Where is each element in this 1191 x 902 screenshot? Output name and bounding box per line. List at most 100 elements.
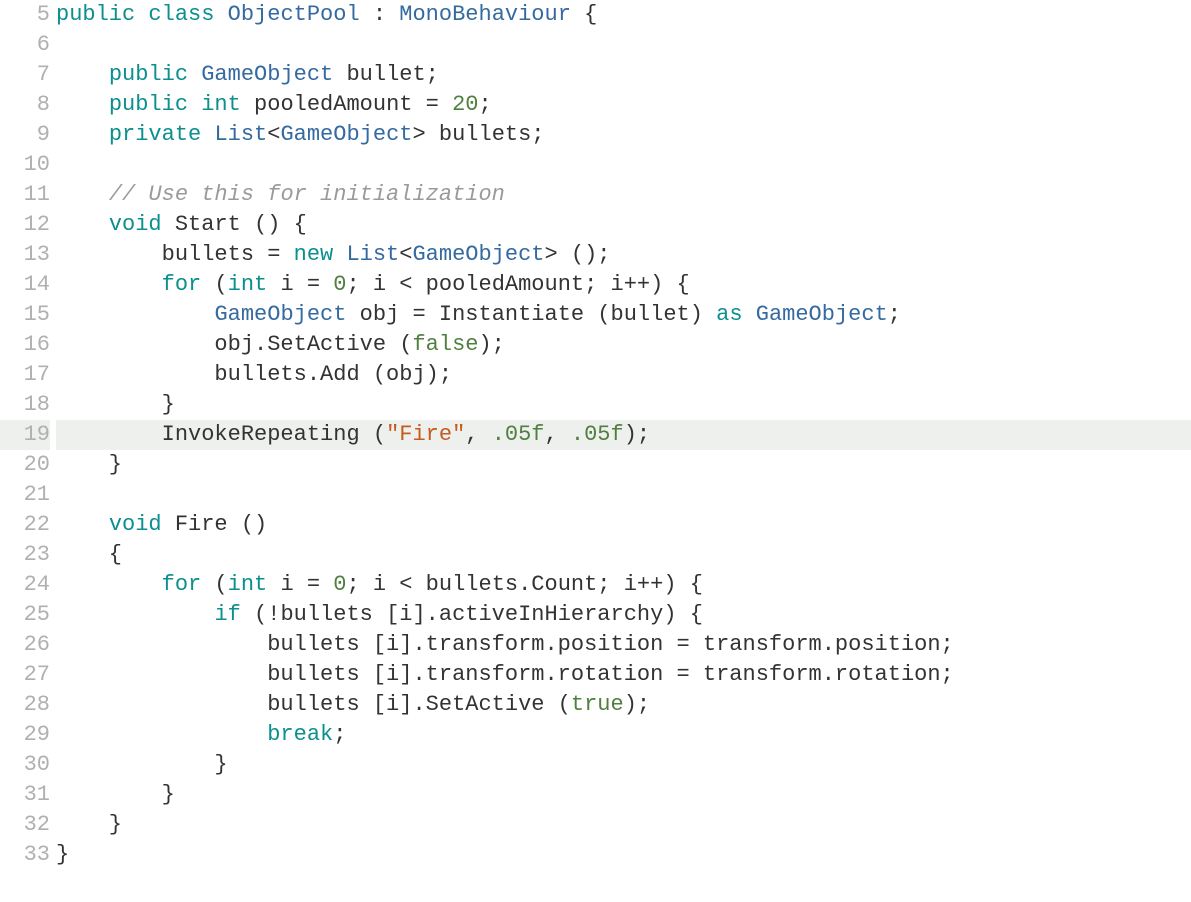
token-plain: }	[56, 752, 228, 777]
token-plain: i =	[267, 272, 333, 297]
token-plain: ,	[545, 422, 571, 447]
line-number: 14	[0, 270, 50, 300]
code-line[interactable]: void Fire ()	[56, 510, 1191, 540]
token-plain	[135, 2, 148, 27]
code-line[interactable]: }	[56, 780, 1191, 810]
code-line[interactable]: void Start () {	[56, 210, 1191, 240]
token-plain: bullets [i].transform.position = transfo…	[56, 632, 954, 657]
code-line[interactable]	[56, 480, 1191, 510]
token-plain	[56, 92, 109, 117]
line-number: 22	[0, 510, 50, 540]
code-line[interactable]: bullets [i].transform.rotation = transfo…	[56, 660, 1191, 690]
token-plain	[214, 2, 227, 27]
code-line[interactable]: obj.SetActive (false);	[56, 330, 1191, 360]
line-number: 5	[0, 0, 50, 30]
token-plain: }	[56, 782, 175, 807]
token-num: 20	[452, 92, 478, 117]
token-plain	[56, 212, 109, 237]
code-line[interactable]: {	[56, 540, 1191, 570]
code-line[interactable]: // Use this for initialization	[56, 180, 1191, 210]
line-number: 21	[0, 480, 50, 510]
token-plain	[56, 512, 109, 537]
token-plain	[56, 572, 162, 597]
token-plain: <	[399, 242, 412, 267]
code-line[interactable]: }	[56, 450, 1191, 480]
token-plain: {	[56, 542, 122, 567]
token-plain	[56, 182, 109, 207]
line-number: 19	[0, 420, 50, 450]
token-plain: ,	[465, 422, 491, 447]
token-plain: > bullets;	[412, 122, 544, 147]
token-kw: int	[228, 572, 268, 597]
code-line[interactable]: bullets.Add (obj);	[56, 360, 1191, 390]
token-kw: for	[162, 272, 202, 297]
token-kw: new	[294, 242, 334, 267]
code-line[interactable]: break;	[56, 720, 1191, 750]
code-line[interactable]: for (int i = 0; i < bullets.Count; i++) …	[56, 570, 1191, 600]
token-plain	[201, 122, 214, 147]
token-cmt: // Use this for initialization	[109, 182, 505, 207]
code-line[interactable]: bullets = new List<GameObject> ();	[56, 240, 1191, 270]
token-kw: int	[228, 272, 268, 297]
token-plain	[56, 122, 109, 147]
code-line[interactable]: for (int i = 0; i < pooledAmount; i++) {	[56, 270, 1191, 300]
token-num: .05f	[492, 422, 545, 447]
token-bool: true	[571, 692, 624, 717]
line-number: 6	[0, 30, 50, 60]
code-line[interactable]: InvokeRepeating ("Fire", .05f, .05f);	[56, 420, 1191, 450]
code-editor[interactable]: 5678910111213141516171819202122232425262…	[0, 0, 1191, 870]
code-line[interactable]: public GameObject bullet;	[56, 60, 1191, 90]
token-plain: bullets =	[56, 242, 294, 267]
token-kw: public	[56, 2, 135, 27]
code-line[interactable]: }	[56, 840, 1191, 870]
code-line[interactable]: public int pooledAmount = 20;	[56, 90, 1191, 120]
token-kw: int	[201, 92, 241, 117]
code-line[interactable]: GameObject obj = Instantiate (bullet) as…	[56, 300, 1191, 330]
token-type: GameObject	[412, 242, 544, 267]
line-number: 10	[0, 150, 50, 180]
line-number: 31	[0, 780, 50, 810]
code-line[interactable]: bullets [i].transform.position = transfo…	[56, 630, 1191, 660]
line-number: 24	[0, 570, 50, 600]
token-kw: private	[109, 122, 201, 147]
token-plain: ; i < bullets.Count; i++) {	[346, 572, 702, 597]
token-num: .05f	[571, 422, 624, 447]
token-plain: :	[360, 2, 400, 27]
code-line[interactable]: }	[56, 810, 1191, 840]
token-plain	[56, 272, 162, 297]
token-kw: if	[214, 602, 240, 627]
token-kw: void	[109, 212, 162, 237]
code-line[interactable]: public class ObjectPool : MonoBehaviour …	[56, 0, 1191, 30]
code-line[interactable]: }	[56, 750, 1191, 780]
token-plain	[188, 92, 201, 117]
code-area[interactable]: public class ObjectPool : MonoBehaviour …	[56, 0, 1191, 870]
token-plain: ; i < pooledAmount; i++) {	[346, 272, 689, 297]
code-line[interactable]: bullets [i].SetActive (true);	[56, 690, 1191, 720]
token-plain: ;	[478, 92, 491, 117]
code-line[interactable]: private List<GameObject> bullets;	[56, 120, 1191, 150]
code-line[interactable]	[56, 30, 1191, 60]
token-str: "Fire"	[386, 422, 465, 447]
line-number: 29	[0, 720, 50, 750]
token-type: List	[346, 242, 399, 267]
token-kw: for	[162, 572, 202, 597]
code-line[interactable]: if (!bullets [i].activeInHierarchy) {	[56, 600, 1191, 630]
line-number: 11	[0, 180, 50, 210]
line-number: 26	[0, 630, 50, 660]
token-kw: public	[109, 62, 188, 87]
token-kw: break	[267, 722, 333, 747]
token-plain	[743, 302, 756, 327]
token-plain: (!bullets [i].activeInHierarchy) {	[241, 602, 703, 627]
line-number: 13	[0, 240, 50, 270]
line-number: 23	[0, 540, 50, 570]
token-plain: {	[571, 2, 597, 27]
line-number: 15	[0, 300, 50, 330]
token-plain: }	[56, 452, 122, 477]
line-number: 12	[0, 210, 50, 240]
code-line[interactable]: }	[56, 390, 1191, 420]
line-number: 28	[0, 690, 50, 720]
token-plain: ;	[888, 302, 901, 327]
line-number: 27	[0, 660, 50, 690]
code-line[interactable]	[56, 150, 1191, 180]
token-num: 0	[333, 272, 346, 297]
